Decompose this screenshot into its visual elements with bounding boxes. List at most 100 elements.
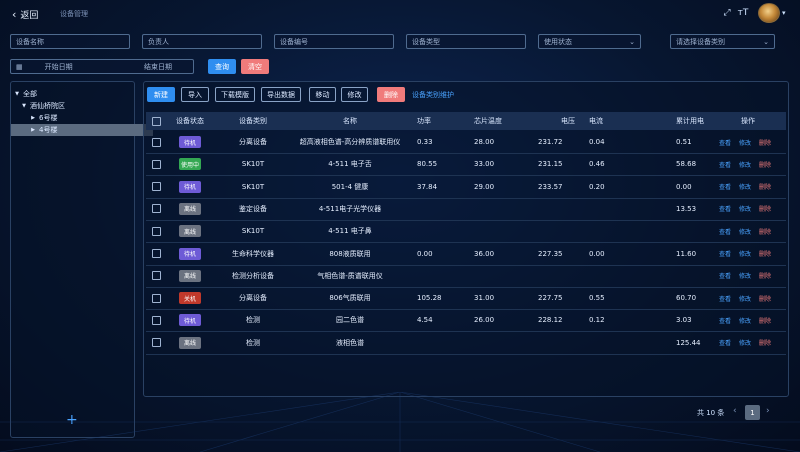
move-button[interactable]: 移动 — [309, 87, 336, 102]
delete-button[interactable]: 删除 — [377, 87, 405, 102]
delete-action-link[interactable]: 删除 — [759, 227, 771, 236]
tree-node-all[interactable]: ▼ 全部 — [11, 88, 137, 100]
row-checkbox[interactable] — [151, 315, 161, 325]
cell-voltage — [538, 198, 578, 220]
new-button[interactable]: 新建 — [147, 87, 175, 102]
view-action-link[interactable]: 查看 — [719, 271, 731, 280]
chevron-down-icon[interactable]: ▾ — [782, 9, 786, 17]
date-range-picker[interactable]: ▦ 开始日期 结束日期 — [10, 59, 194, 74]
status-badge: 待机 — [179, 314, 201, 327]
view-action-link[interactable]: 查看 — [719, 182, 731, 191]
add-node-icon[interactable]: + — [66, 412, 78, 428]
cell-name: 超高液相色谱-高分辨质谱联用仪 — [299, 138, 401, 146]
download-template-button[interactable]: 下载模版 — [215, 87, 255, 102]
view-action-link[interactable]: 查看 — [719, 160, 731, 169]
delete-action-link[interactable]: 删除 — [759, 249, 771, 258]
edit-action-link[interactable]: 修改 — [739, 138, 751, 147]
cell-category: 检测 — [246, 316, 260, 325]
cell-current: 0.46 — [589, 160, 605, 169]
cell-category: 分离设备 — [239, 294, 267, 303]
import-button[interactable]: 导入 — [181, 87, 209, 102]
cell-category: 检测 — [246, 338, 260, 347]
view-action-link[interactable]: 查看 — [719, 338, 731, 347]
tree-node-building-4[interactable]: ▶ 4号楼 — [11, 124, 153, 136]
tree-node-building-6[interactable]: ▶ 6号楼 — [11, 112, 153, 124]
select-all-checkbox[interactable] — [151, 116, 161, 126]
view-action-link[interactable]: 查看 — [719, 316, 731, 325]
cell-voltage: 233.57 — [538, 182, 563, 191]
row-checkbox[interactable] — [151, 293, 161, 303]
device-name-input[interactable]: 设备名称 — [10, 34, 130, 49]
cell-temp: 26.00 — [474, 316, 495, 325]
table-row: 待机 检测 园二色谱 4.54 26.00 228.12 0.12 3.03 查看 修改 删除 — [146, 309, 786, 333]
view-action-link[interactable]: 查看 — [719, 249, 731, 258]
cell-current: 0.00 — [589, 249, 605, 258]
back-button[interactable]: ‹ 返回 — [12, 6, 38, 22]
column-header: 操作 — [741, 117, 755, 125]
delete-action-link[interactable]: 删除 — [759, 182, 771, 191]
edit-action-link[interactable]: 修改 — [739, 316, 751, 325]
cell-power — [417, 220, 457, 242]
delete-action-link[interactable]: 删除 — [759, 138, 771, 147]
edit-action-link[interactable]: 修改 — [739, 338, 751, 347]
cell-energy: 58.68 — [676, 160, 697, 169]
table-row: 离线 鉴定设备 4-511电子光学仪器 13.53 查看 修改 删除 — [146, 198, 786, 221]
usage-status-select[interactable]: 使用状态 ⌄ — [538, 34, 641, 49]
device-type-input[interactable]: 设备类型 — [406, 34, 526, 49]
row-checkbox[interactable] — [151, 182, 161, 192]
chevron-left-icon[interactable]: ‹ — [733, 406, 737, 416]
cell-energy: 3.03 — [676, 316, 692, 325]
edit-action-link[interactable]: 修改 — [739, 204, 751, 213]
chevron-right-icon[interactable]: › — [766, 406, 770, 416]
avatar[interactable] — [758, 3, 780, 23]
font-size-icon[interactable]: ᴛT — [736, 6, 750, 20]
edit-action-link[interactable]: 修改 — [739, 249, 751, 258]
row-checkbox[interactable] — [151, 159, 161, 169]
owner-input[interactable]: 负责人 — [142, 34, 262, 49]
delete-action-link[interactable]: 删除 — [759, 294, 771, 303]
cell-name: 4-511电子光学仪器 — [318, 204, 382, 213]
edit-action-link[interactable]: 修改 — [739, 160, 751, 169]
column-header: 芯片温度 — [474, 117, 502, 125]
delete-action-link[interactable]: 删除 — [759, 160, 771, 169]
back-label: 返回 — [20, 10, 39, 21]
row-checkbox[interactable] — [151, 204, 161, 214]
edit-action-link[interactable]: 修改 — [739, 294, 751, 303]
row-checkbox[interactable] — [151, 137, 161, 147]
delete-action-link[interactable]: 删除 — [759, 204, 771, 213]
row-checkbox[interactable] — [151, 249, 161, 258]
end-date-input[interactable]: 结束日期 — [128, 62, 188, 72]
view-action-link[interactable]: 查看 — [719, 294, 731, 303]
view-action-link[interactable]: 查看 — [719, 138, 731, 147]
cell-name: 501-4 健康 — [331, 182, 369, 191]
view-action-link[interactable]: 查看 — [719, 204, 731, 213]
edit-action-link[interactable]: 修改 — [739, 182, 751, 191]
edit-action-link[interactable]: 修改 — [739, 271, 751, 280]
delete-action-link[interactable]: 删除 — [759, 316, 771, 325]
delete-action-link[interactable]: 删除 — [759, 338, 771, 347]
cell-temp — [474, 198, 514, 220]
clear-button[interactable]: 清空 — [241, 59, 269, 74]
column-header: 名称 — [343, 117, 357, 125]
device-code-input[interactable]: 设备编号 — [274, 34, 394, 49]
cell-voltage: 227.35 — [538, 249, 563, 258]
page-button[interactable]: 1 — [745, 405, 760, 420]
row-checkbox[interactable] — [151, 226, 161, 236]
modify-button[interactable]: 修改 — [341, 87, 368, 102]
export-button[interactable]: 导出数据 — [261, 87, 301, 102]
delete-action-link[interactable]: 删除 — [759, 271, 771, 280]
edit-action-link[interactable]: 修改 — [739, 227, 751, 236]
fullscreen-icon[interactable]: ⤢ — [720, 6, 734, 20]
cell-category: SK10T — [241, 227, 265, 236]
row-checkbox[interactable] — [151, 271, 161, 281]
start-date-input[interactable]: 开始日期 — [29, 62, 89, 72]
cell-temp — [474, 332, 514, 354]
category-maintenance-link[interactable]: 设备类别维护 — [412, 90, 454, 100]
tree-node-campus[interactable]: ▼ 酒仙桥院区 — [11, 100, 144, 112]
table-row: 使用中 SK10T 4-511 电子舌 80.55 33.00 231.15 0.46 58.… — [146, 153, 786, 177]
view-action-link[interactable]: 查看 — [719, 227, 731, 236]
cell-voltage: 231.72 — [538, 138, 563, 146]
row-checkbox[interactable] — [151, 338, 161, 348]
search-button[interactable]: 查询 — [208, 59, 236, 74]
device-category-select[interactable]: 请选择设备类别 ⌄ — [670, 34, 775, 49]
